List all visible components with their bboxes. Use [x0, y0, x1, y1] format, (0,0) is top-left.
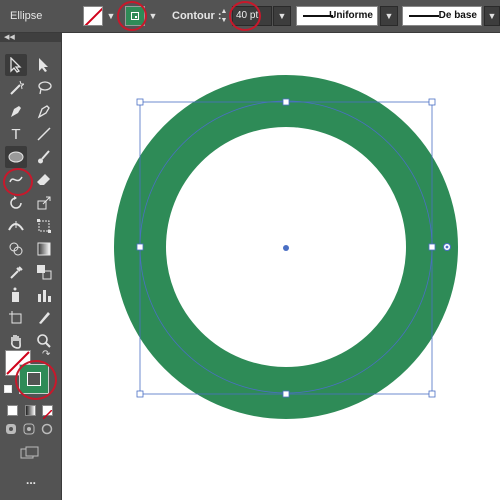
symbol-sprayer-tool[interactable]	[5, 284, 27, 306]
gradient-mode-button[interactable]	[25, 405, 36, 416]
hand-icon	[11, 335, 21, 349]
color-mode-button[interactable]	[7, 405, 18, 416]
collapse-panel-icon[interactable]: ◀◀	[0, 33, 61, 42]
scale-tool[interactable]	[33, 192, 55, 214]
stroke-weight-dropdown-chevron-down-icon[interactable]: ▼	[273, 6, 291, 26]
line-segment-icon	[37, 127, 51, 141]
fill-swatch[interactable]	[83, 6, 103, 26]
draw-inside-icon	[41, 423, 53, 435]
brush-line-icon	[409, 15, 439, 17]
pen-tool[interactable]	[5, 100, 27, 122]
paintbrush-tool[interactable]	[33, 146, 55, 168]
symbol-sprayer-icon	[12, 287, 19, 302]
type-icon: T	[11, 125, 21, 143]
pie-widget-icon[interactable]	[443, 243, 451, 251]
none-icon	[42, 409, 53, 420]
profile-dropdown-chevron-down-icon[interactable]: ▼	[380, 6, 398, 26]
variable-width-profile-select[interactable]: Uniforme	[296, 6, 378, 26]
ellipse-tool[interactable]	[5, 146, 27, 168]
paintbrush-icon	[38, 150, 50, 164]
stroke-label: Contour :	[172, 10, 222, 22]
direct-arrow-icon	[39, 58, 48, 72]
draw-normal-button[interactable]	[3, 421, 19, 437]
handle-middle-right[interactable]	[428, 243, 436, 251]
handle-middle-left[interactable]	[136, 243, 144, 251]
brush-definition-select[interactable]: De base	[402, 6, 482, 26]
handle-bottom-center[interactable]	[282, 390, 290, 398]
hand-tool[interactable]	[5, 330, 27, 352]
column-graph-tool[interactable]	[33, 284, 55, 306]
eyedropper-icon	[10, 266, 23, 279]
screen-mode-button[interactable]	[18, 444, 42, 462]
control-bar: Ellipse ▼ ▼ Contour : ▲ ▼ 40 pt ▼ Uniform…	[0, 0, 500, 33]
draw-normal-icon	[6, 424, 16, 434]
lasso-icon	[38, 81, 52, 95]
direct-selection-tool[interactable]	[33, 54, 55, 76]
stroke-indicator-highlight	[15, 360, 57, 400]
line-segment-tool[interactable]	[33, 123, 55, 145]
slice-icon	[39, 312, 50, 324]
magic-wand-icon	[10, 80, 24, 95]
tools-panel: ◀◀ T ↷ ...	[0, 33, 62, 500]
handle-top-left[interactable]	[136, 98, 144, 106]
artboard-icon	[9, 311, 22, 324]
no-fill-swatch-icon	[84, 7, 102, 25]
width-tool[interactable]	[5, 215, 27, 237]
arrow-icon	[10, 57, 22, 73]
stroke-swatch-highlight	[117, 1, 147, 31]
blend-icon	[37, 265, 52, 280]
gradient-tool[interactable]	[33, 238, 55, 260]
artboard-tool[interactable]	[5, 307, 27, 329]
ellipse-icon	[8, 151, 24, 163]
canvas[interactable]	[62, 33, 500, 500]
magnifier-icon	[37, 334, 51, 348]
slice-tool[interactable]	[33, 307, 55, 329]
handle-top-center[interactable]	[282, 98, 290, 106]
shaper-tool[interactable]	[5, 169, 27, 191]
stroke-dropdown-chevron-down-icon[interactable]: ▼	[146, 6, 160, 26]
brush-dropdown-chevron-down-icon[interactable]: ▼	[484, 6, 500, 26]
object-type-label: Ellipse	[10, 10, 43, 22]
shape-builder-icon	[9, 242, 23, 256]
type-tool[interactable]: T	[5, 123, 27, 145]
free-transform-icon	[37, 219, 51, 233]
gradient-icon	[37, 242, 51, 256]
draw-inside-button[interactable]	[39, 421, 55, 437]
brush-definition-value: De base	[438, 10, 477, 21]
column-graph-icon	[38, 290, 51, 302]
edit-toolbar-button[interactable]: ...	[0, 473, 62, 487]
stroke-weight-highlight	[229, 1, 261, 31]
eraser-tool[interactable]	[33, 169, 55, 191]
handle-top-right[interactable]	[428, 98, 436, 106]
shape-builder-tool[interactable]	[5, 238, 27, 260]
draw-behind-button[interactable]	[21, 421, 37, 437]
curvature-pen-icon	[37, 105, 50, 119]
draw-behind-icon	[23, 423, 35, 435]
none-mode-button[interactable]	[42, 405, 53, 420]
pen-icon	[11, 106, 21, 117]
width-icon	[8, 221, 24, 231]
free-transform-tool[interactable]	[33, 215, 55, 237]
eyedropper-tool[interactable]	[5, 261, 27, 283]
handle-bottom-right[interactable]	[428, 390, 436, 398]
swap-fill-stroke-icon[interactable]: ↷	[42, 349, 50, 360]
eraser-icon	[37, 174, 50, 185]
magic-wand-tool[interactable]	[5, 77, 27, 99]
center-point	[283, 245, 289, 251]
fill-dropdown-chevron-down-icon[interactable]: ▼	[104, 6, 118, 26]
handle-bottom-left[interactable]	[136, 390, 144, 398]
screen-mode-icon	[20, 446, 39, 459]
scale-icon	[37, 196, 51, 210]
blend-tool[interactable]	[33, 261, 55, 283]
default-fill-stroke-icon[interactable]	[4, 385, 12, 393]
artwork	[114, 75, 458, 419]
rotate-tool[interactable]	[5, 192, 27, 214]
selection-tool[interactable]	[5, 54, 27, 76]
variable-width-profile-value: Uniforme	[329, 10, 373, 21]
shaper-icon	[9, 176, 23, 183]
rotate-icon	[10, 196, 22, 209]
lasso-tool[interactable]	[33, 77, 55, 99]
curvature-tool[interactable]	[33, 100, 55, 122]
